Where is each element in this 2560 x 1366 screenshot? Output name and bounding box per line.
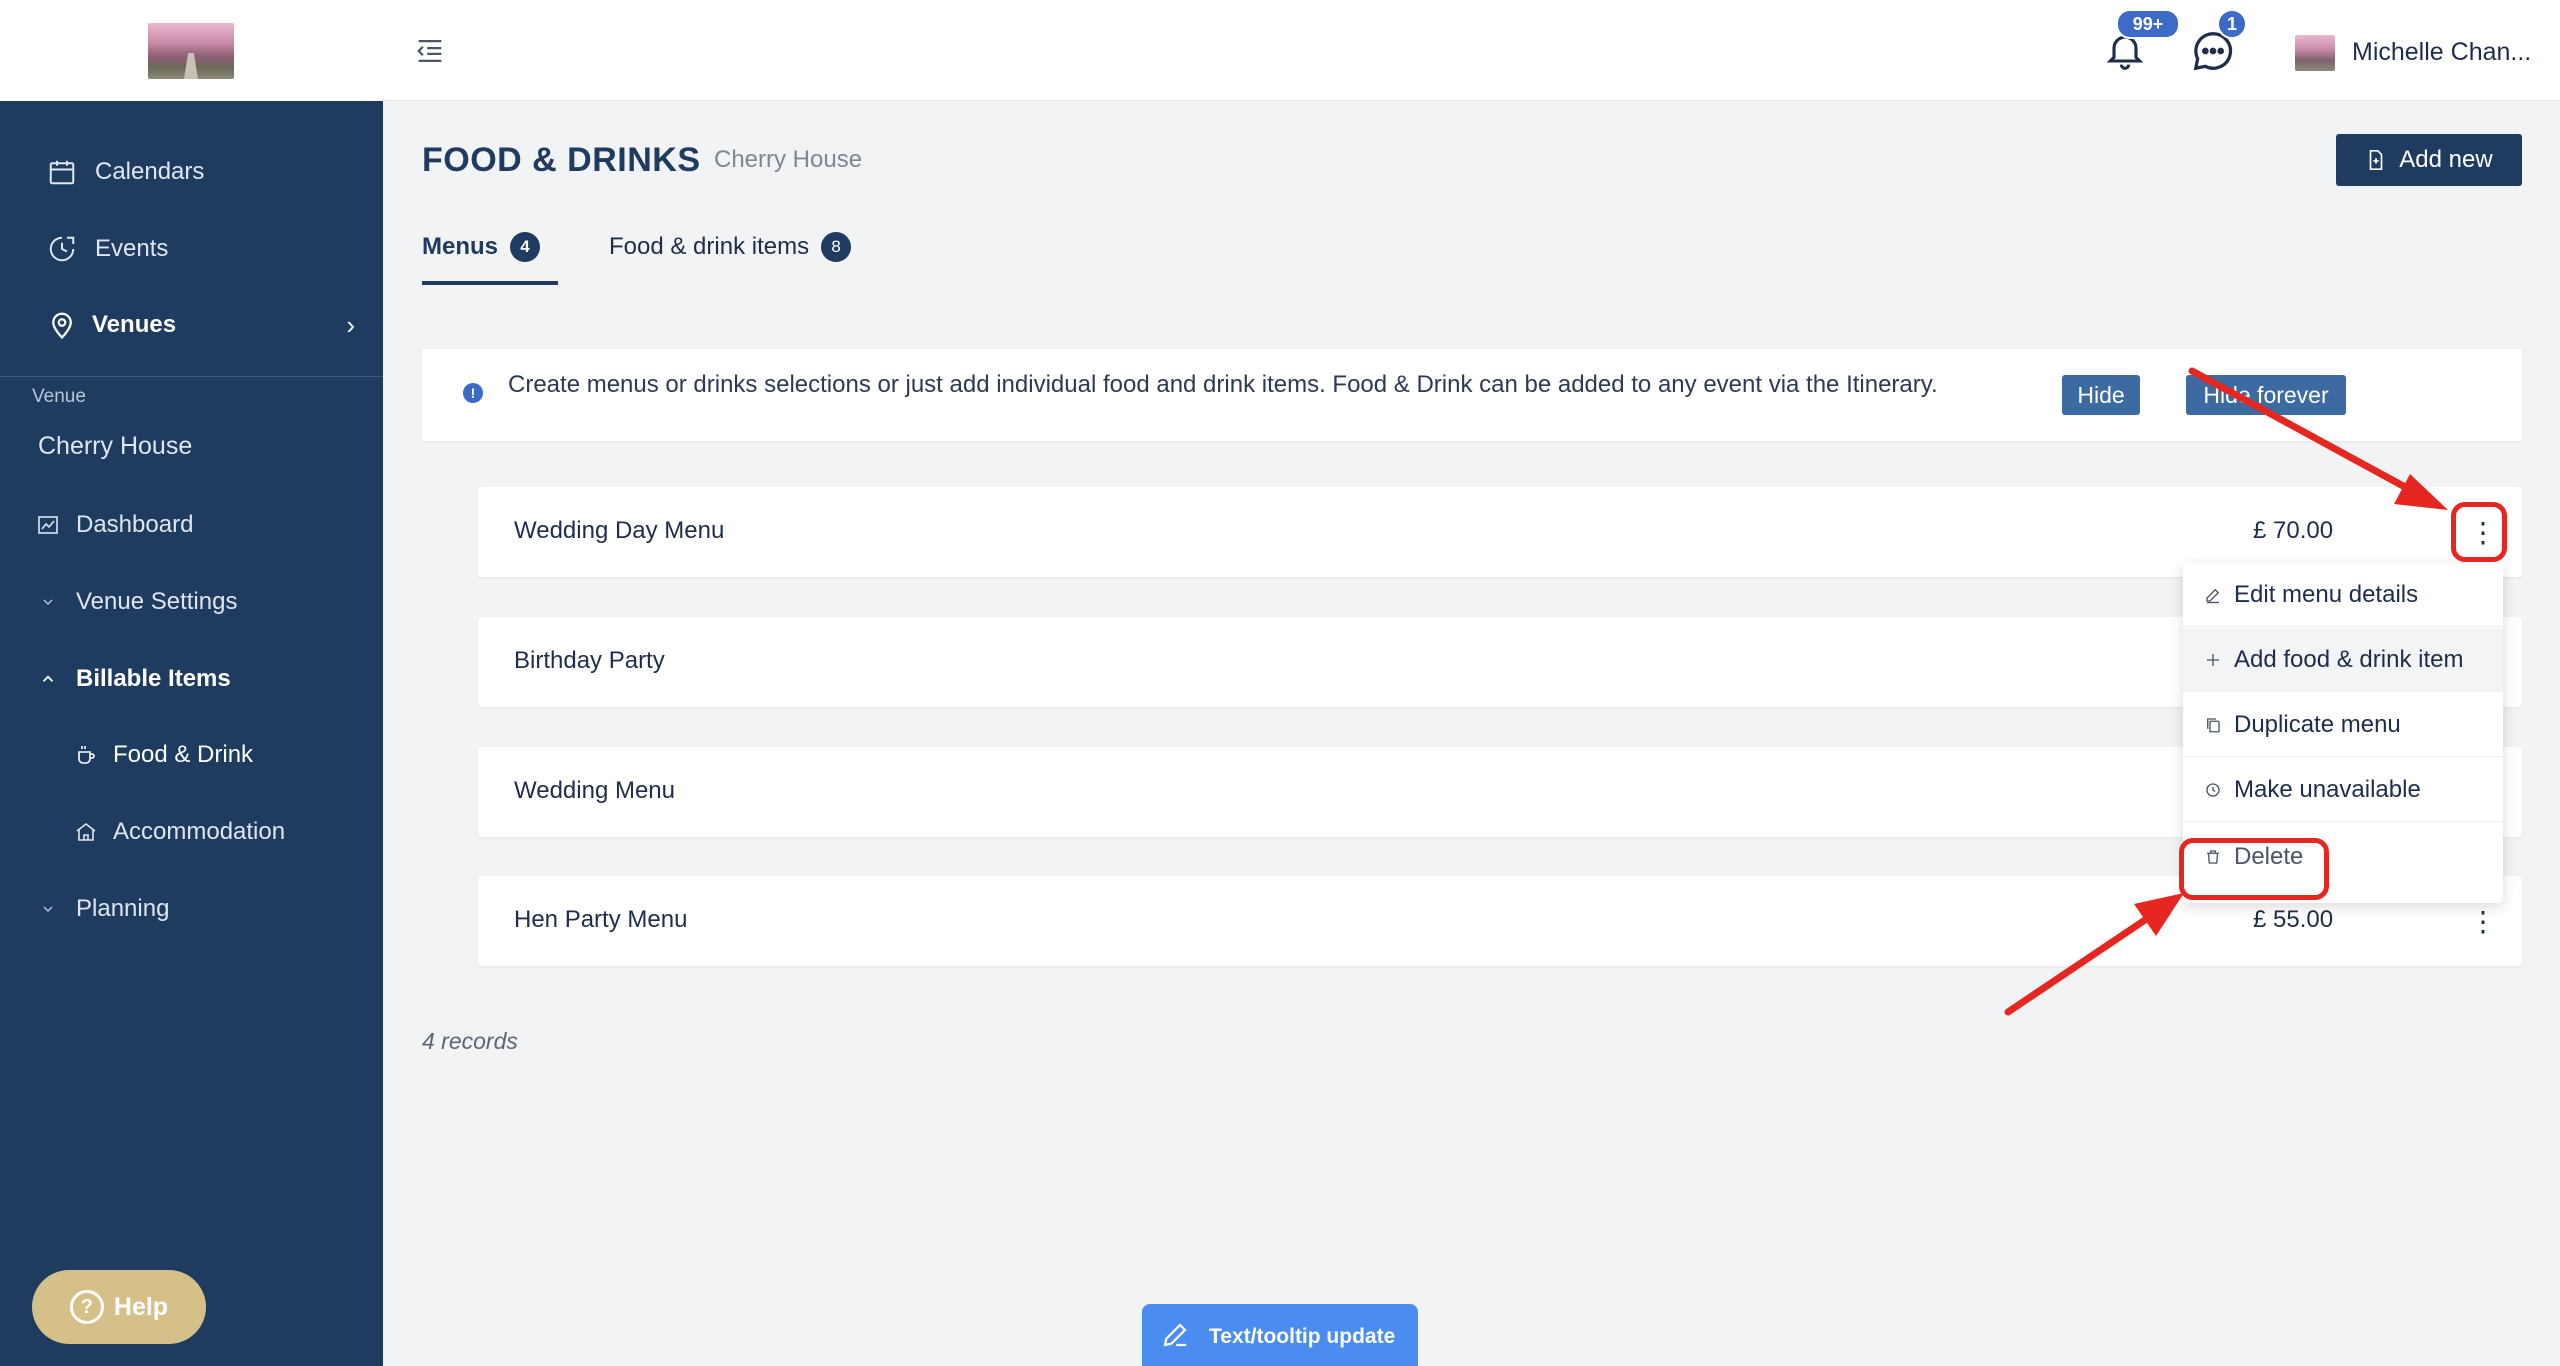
nav-calendars[interactable]: Calendars	[0, 144, 383, 200]
menu-name: Wedding Menu	[514, 777, 675, 804]
sidebar-item-planning-label: Planning	[76, 895, 170, 922]
chevron-down-icon	[34, 588, 62, 616]
text-tooltip-update-button[interactable]: Text/tooltip update	[1142, 1304, 1418, 1366]
menu-name: Hen Party Menu	[514, 906, 688, 933]
collapse-sidebar-icon[interactable]	[413, 34, 447, 68]
clock-icon	[2201, 778, 2225, 802]
toast-label: Text/tooltip update	[1209, 1325, 1396, 1348]
top-bar: 99+ 1 Michelle Chan...	[383, 0, 2560, 101]
menu-name: Birthday Party	[514, 647, 665, 674]
nav-events-label: Events	[95, 235, 169, 262]
sidebar-divider	[0, 376, 383, 377]
sidebar-item-billable-items-label: Billable Items	[76, 665, 231, 692]
question-mark-icon: ?	[69, 1290, 104, 1324]
calendar-icon	[46, 156, 78, 188]
sidebar: Calendars Events Venues › Venue Cherry H…	[0, 0, 383, 1366]
tab-food-drink-items-label: Food & drink items	[609, 233, 810, 260]
events-icon	[46, 233, 78, 265]
menu-price: £ 55.00	[2253, 906, 2334, 933]
active-tab-underline	[422, 281, 558, 285]
sidebar-item-food-drink[interactable]: Food & Drink	[0, 728, 383, 782]
records-count: 4 records	[422, 1028, 518, 1054]
tab-food-drink-items[interactable]: Food & drink items 8	[609, 232, 852, 262]
dropdown-item-label: Edit menu details	[2234, 580, 2419, 608]
help-button-label: Help	[113, 1292, 169, 1321]
tab-menus-count: 4	[510, 232, 541, 262]
hide-button[interactable]: Hide	[2062, 375, 2140, 415]
pencil-icon	[2201, 583, 2225, 607]
messages-badge: 1	[2217, 9, 2247, 39]
plus-icon	[2201, 648, 2225, 672]
sidebar-item-accommodation-label: Accommodation	[113, 818, 286, 845]
chart-icon	[34, 511, 62, 539]
sidebar-item-venue-settings-label: Venue Settings	[76, 588, 238, 615]
location-pin-icon	[46, 309, 78, 341]
dropdown-item-label: Duplicate menu	[2234, 710, 2401, 738]
more-options-icon[interactable]: ⋮	[2468, 898, 2498, 944]
sidebar-item-dashboard-label: Dashboard	[76, 511, 194, 538]
new-document-icon	[2369, 150, 2383, 170]
coffee-cup-icon	[72, 741, 100, 769]
sidebar-item-venue-settings[interactable]: Venue Settings	[0, 575, 383, 629]
highlight-delete	[2179, 838, 2329, 900]
sidebar-item-billable-items[interactable]: Billable Items	[0, 652, 383, 706]
logo-area	[0, 0, 383, 101]
venue-caption: Venue	[32, 386, 86, 407]
venue-logo[interactable]	[148, 23, 234, 79]
chevron-right-icon: ›	[346, 309, 355, 340]
sidebar-item-accommodation[interactable]: Accommodation	[0, 805, 383, 859]
tab-menus[interactable]: Menus 4	[422, 232, 541, 262]
page-subtitle: Cherry House	[714, 146, 863, 173]
pencil-edit-icon	[1163, 1323, 1187, 1347]
sidebar-item-dashboard[interactable]: Dashboard	[0, 498, 383, 552]
user-name[interactable]: Michelle Chan...	[2352, 38, 2531, 67]
dropdown-item-make-unavailable[interactable]: Make unavailable	[2183, 758, 2503, 822]
dropdown-item-duplicate-menu[interactable]: Duplicate menu	[2183, 693, 2503, 757]
dropdown-item-edit-menu-details[interactable]: Edit menu details	[2183, 563, 2503, 627]
info-icon: !	[463, 383, 483, 403]
dropdown-item-label: Add food & drink item	[2234, 645, 2464, 673]
info-banner-text: Create menus or drinks selections or jus…	[508, 371, 1938, 398]
menu-price: £ 70.00	[2253, 517, 2334, 544]
copy-icon	[2201, 713, 2225, 737]
dropdown-item-label: Make unavailable	[2234, 775, 2421, 803]
nav-venues-label: Venues	[92, 311, 177, 338]
sidebar-item-food-drink-label: Food & Drink	[113, 741, 254, 768]
menu-name: Wedding Day Menu	[514, 517, 725, 544]
hide-forever-button[interactable]: Hide forever	[2186, 375, 2346, 415]
chevron-down-icon	[34, 895, 62, 923]
page-title: FOOD & DRINKS	[422, 141, 701, 179]
notifications-badge: 99+	[2116, 9, 2180, 39]
add-new-button[interactable]: Add new	[2336, 134, 2522, 186]
add-new-label: Add new	[2399, 146, 2493, 173]
dropdown-item-add-food-drink-item[interactable]: Add food & drink item	[2183, 628, 2503, 692]
info-banner: ! Create menus or drinks selections or j…	[422, 349, 2522, 441]
chevron-up-icon	[34, 665, 62, 693]
tab-food-drink-items-count: 8	[821, 232, 852, 262]
nav-calendars-label: Calendars	[95, 158, 205, 185]
help-button[interactable]: ? Help	[32, 1270, 206, 1344]
nav-events[interactable]: Events	[0, 221, 383, 277]
home-icon	[72, 818, 100, 846]
user-avatar[interactable]	[2295, 35, 2335, 71]
tab-menus-label: Menus	[422, 233, 499, 260]
highlight-more-options	[2451, 502, 2507, 562]
venue-name: Cherry House	[38, 432, 193, 460]
nav-venues[interactable]: Venues ›	[0, 297, 383, 353]
sidebar-item-planning[interactable]: Planning	[0, 882, 383, 936]
